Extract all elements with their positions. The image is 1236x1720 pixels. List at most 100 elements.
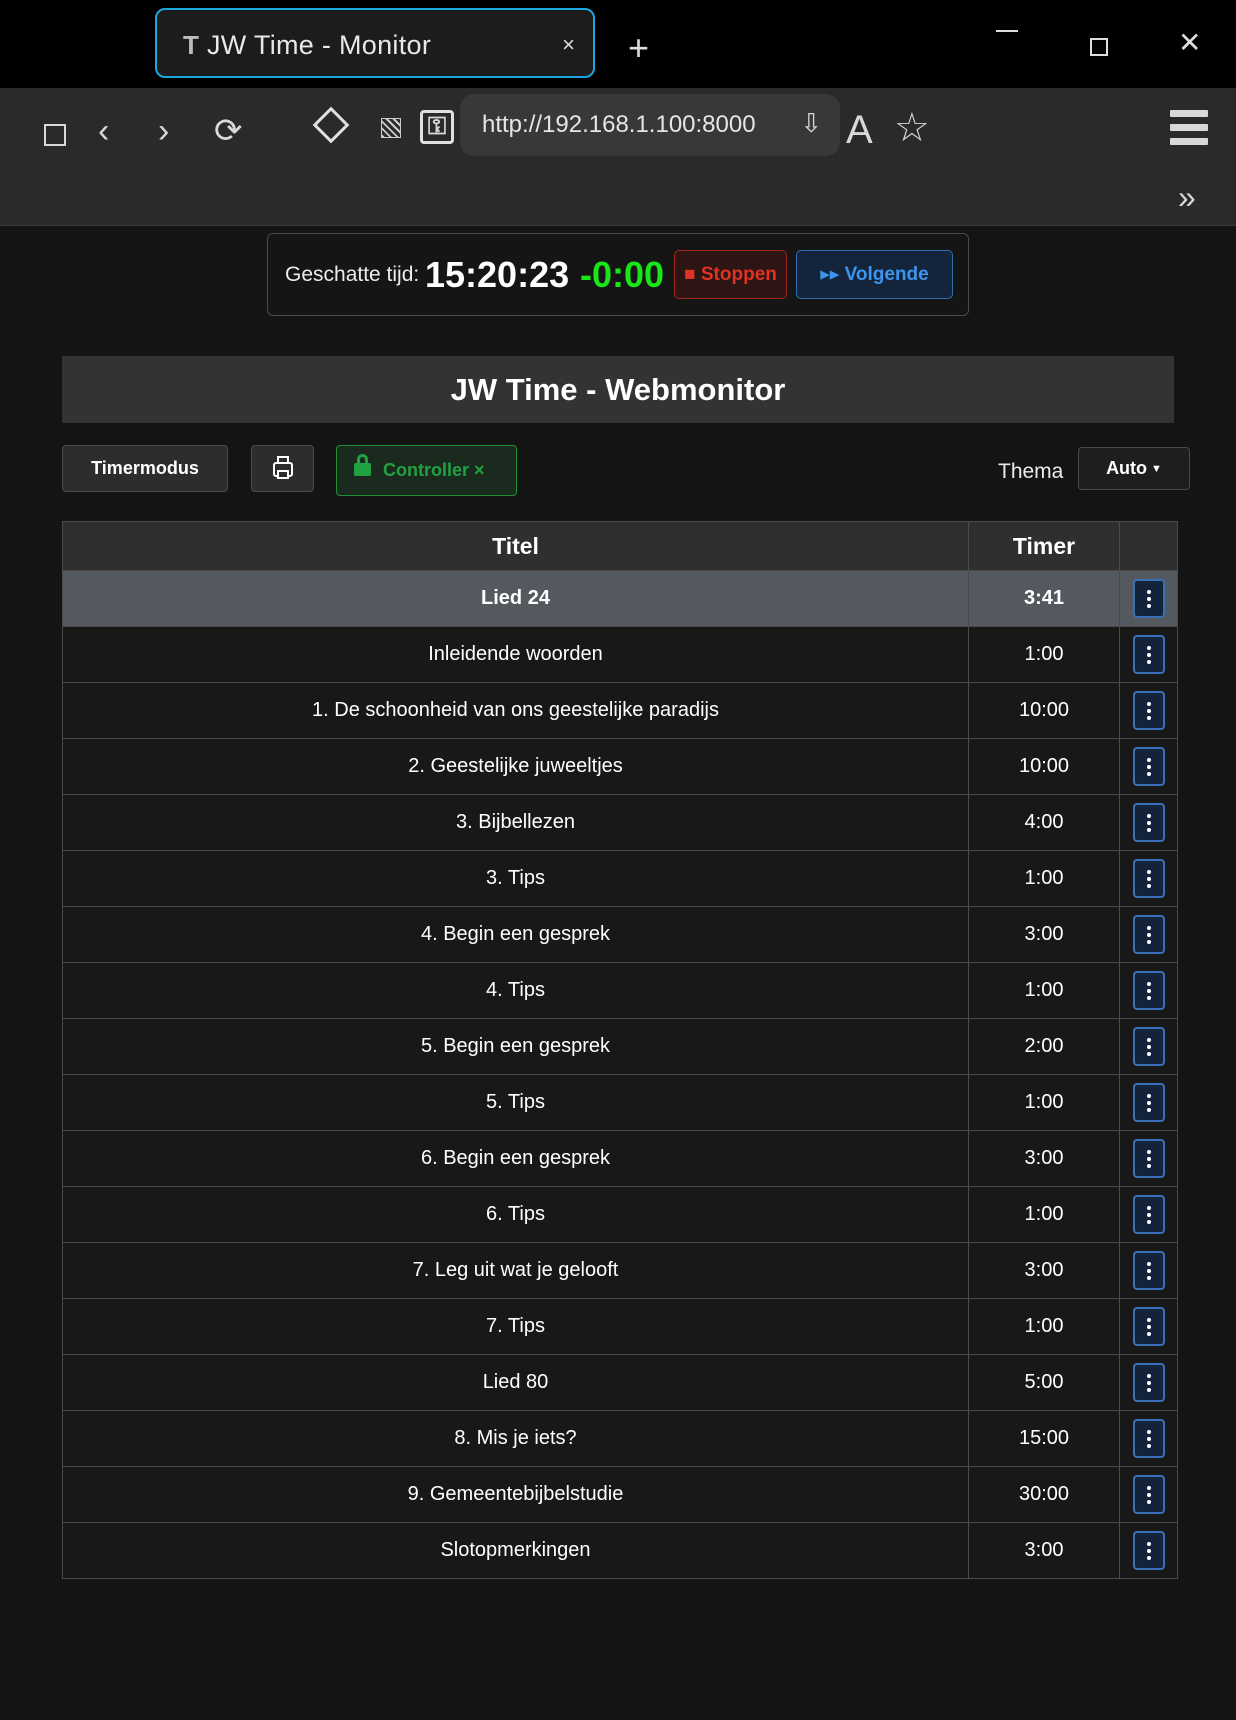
estimated-time-label: Geschatte tijd: [285,263,420,286]
row-menu-kebab-icon[interactable] [1132,1419,1165,1458]
window-maximize-button[interactable] [1090,38,1108,56]
back-icon[interactable]: ‹ [98,114,109,148]
controller-button[interactable]: Controller × [336,445,517,496]
table-row[interactable]: 8. Mis je iets? 15:00 [62,1410,1178,1467]
window-minimize-button[interactable] [996,30,1018,32]
time-difference-value: -0:00 [580,254,665,295]
next-button[interactable]: ▸▸ Volgende [796,250,953,299]
row-timer: 10:00 [968,738,1120,795]
row-menu-kebab-icon[interactable] [1132,1251,1165,1290]
timermode-button[interactable]: Timermodus [62,445,228,492]
table-row[interactable]: 6. Begin een gesprek 3:00 [62,1130,1178,1187]
address-bar[interactable]: http://192.168.1.100:8000 ⇩ [460,94,840,156]
row-menu-kebab-icon[interactable] [1132,1139,1165,1178]
row-actions-cell [1119,1186,1178,1243]
extension-diamond-icon[interactable] [312,106,350,144]
forward-icon[interactable]: › [158,114,169,148]
row-actions-cell [1119,962,1178,1019]
row-actions-cell [1119,1074,1178,1131]
print-button[interactable] [251,445,314,492]
printer-icon [272,456,293,479]
row-menu-kebab-icon[interactable] [1132,747,1165,786]
row-menu-kebab-icon[interactable] [1132,1307,1165,1346]
row-actions-cell [1119,1018,1178,1075]
row-actions-cell [1119,570,1178,627]
row-title: 3. Tips [62,850,969,907]
browser-tab-active[interactable]: T JW Time - Monitor × [155,8,595,78]
new-tab-button[interactable]: + [628,30,649,66]
table-row[interactable]: 6. Tips 1:00 [62,1186,1178,1243]
table-row[interactable]: 4. Begin een gesprek 3:00 [62,906,1178,963]
row-menu-kebab-icon[interactable] [1132,1363,1165,1402]
row-menu-kebab-icon[interactable] [1132,1475,1165,1514]
tab-favicon-icon: T [183,30,199,60]
schedule-table-container: Titel Timer Lied 24 3:41 Inleidende woorde… [62,521,1178,1579]
row-title: 5. Tips [62,1074,969,1131]
row-timer: 30:00 [968,1466,1120,1523]
row-timer: 15:00 [968,1410,1120,1467]
row-title: 2. Geestelijke juweeltjes [62,738,969,795]
bookmark-star-icon[interactable]: ☆ [894,108,930,148]
download-icon[interactable]: ⇩ [800,108,822,139]
row-menu-kebab-icon[interactable] [1132,971,1165,1010]
reload-icon[interactable]: ⟳ [214,114,243,148]
row-title: Lied 24 [62,570,969,627]
theme-select[interactable]: Auto ▼ [1078,447,1190,490]
table-row[interactable]: Lied 24 3:41 [62,570,1178,627]
reader-mode-icon[interactable]: A [846,110,873,150]
row-title: 7. Tips [62,1298,969,1355]
row-actions-cell [1119,794,1178,851]
table-row[interactable]: Slotopmerkingen 3:00 [62,1522,1178,1579]
table-row[interactable]: 4. Tips 1:00 [62,962,1178,1019]
schedule-table: Titel Timer Lied 24 3:41 Inleidende woorde… [62,521,1178,1579]
tab-close-icon[interactable]: × [562,32,575,58]
row-actions-cell [1119,1354,1178,1411]
table-row[interactable]: Inleidende woorden 1:00 [62,626,1178,683]
row-actions-cell [1119,1522,1178,1579]
hamburger-menu-icon[interactable] [1170,110,1208,152]
row-timer: 1:00 [968,962,1120,1019]
row-timer: 1:00 [968,850,1120,907]
insecure-connection-icon[interactable] [381,118,401,138]
row-menu-kebab-icon[interactable] [1132,915,1165,954]
row-menu-kebab-icon[interactable] [1132,859,1165,898]
row-actions-cell [1119,1410,1178,1467]
table-row[interactable]: 9. Gemeentebijbelstudie 30:00 [62,1466,1178,1523]
row-timer: 1:00 [968,1074,1120,1131]
row-actions-cell [1119,1130,1178,1187]
table-row[interactable]: 7. Tips 1:00 [62,1298,1178,1355]
sidebar-toggle-icon[interactable] [44,124,66,146]
table-row[interactable]: Lied 80 5:00 [62,1354,1178,1411]
row-timer: 1:00 [968,1298,1120,1355]
schedule-table-body: Lied 24 3:41 Inleidende woorden 1:00 1. De s… [62,570,1178,1579]
row-menu-kebab-icon[interactable] [1132,579,1165,618]
row-actions-cell [1119,738,1178,795]
row-menu-kebab-icon[interactable] [1132,635,1165,674]
row-menu-kebab-icon[interactable] [1132,691,1165,730]
table-row[interactable]: 3. Bijbellezen 4:00 [62,794,1178,851]
row-menu-kebab-icon[interactable] [1132,1027,1165,1066]
table-row[interactable]: 5. Begin een gesprek 2:00 [62,1018,1178,1075]
row-menu-kebab-icon[interactable] [1132,1083,1165,1122]
row-timer: 3:00 [968,1242,1120,1299]
row-actions-cell [1119,682,1178,739]
stop-button[interactable]: ■ Stoppen [674,250,787,299]
table-row[interactable]: 7. Leg uit wat je gelooft 3:00 [62,1242,1178,1299]
column-header-actions [1119,521,1178,571]
window-close-button[interactable]: ✕ [1178,28,1201,58]
row-timer: 3:00 [968,1522,1120,1579]
table-row[interactable]: 5. Tips 1:00 [62,1074,1178,1131]
table-row[interactable]: 1. De schoonheid van ons geestelijke par… [62,682,1178,739]
address-bar-url[interactable]: http://192.168.1.100:8000 [482,111,756,139]
chevron-down-icon: ▼ [1151,463,1162,475]
row-title: Slotopmerkingen [62,1522,969,1579]
row-title: 4. Begin een gesprek [62,906,969,963]
row-timer: 5:00 [968,1354,1120,1411]
row-menu-kebab-icon[interactable] [1132,1531,1165,1570]
table-row[interactable]: 3. Tips 1:00 [62,850,1178,907]
row-menu-kebab-icon[interactable] [1132,1195,1165,1234]
row-menu-kebab-icon[interactable] [1132,803,1165,842]
table-row[interactable]: 2. Geestelijke juweeltjes 10:00 [62,738,1178,795]
site-info-key-icon[interactable]: ⚿ [420,110,454,144]
overflow-chevron-icon[interactable]: » [1178,181,1196,213]
